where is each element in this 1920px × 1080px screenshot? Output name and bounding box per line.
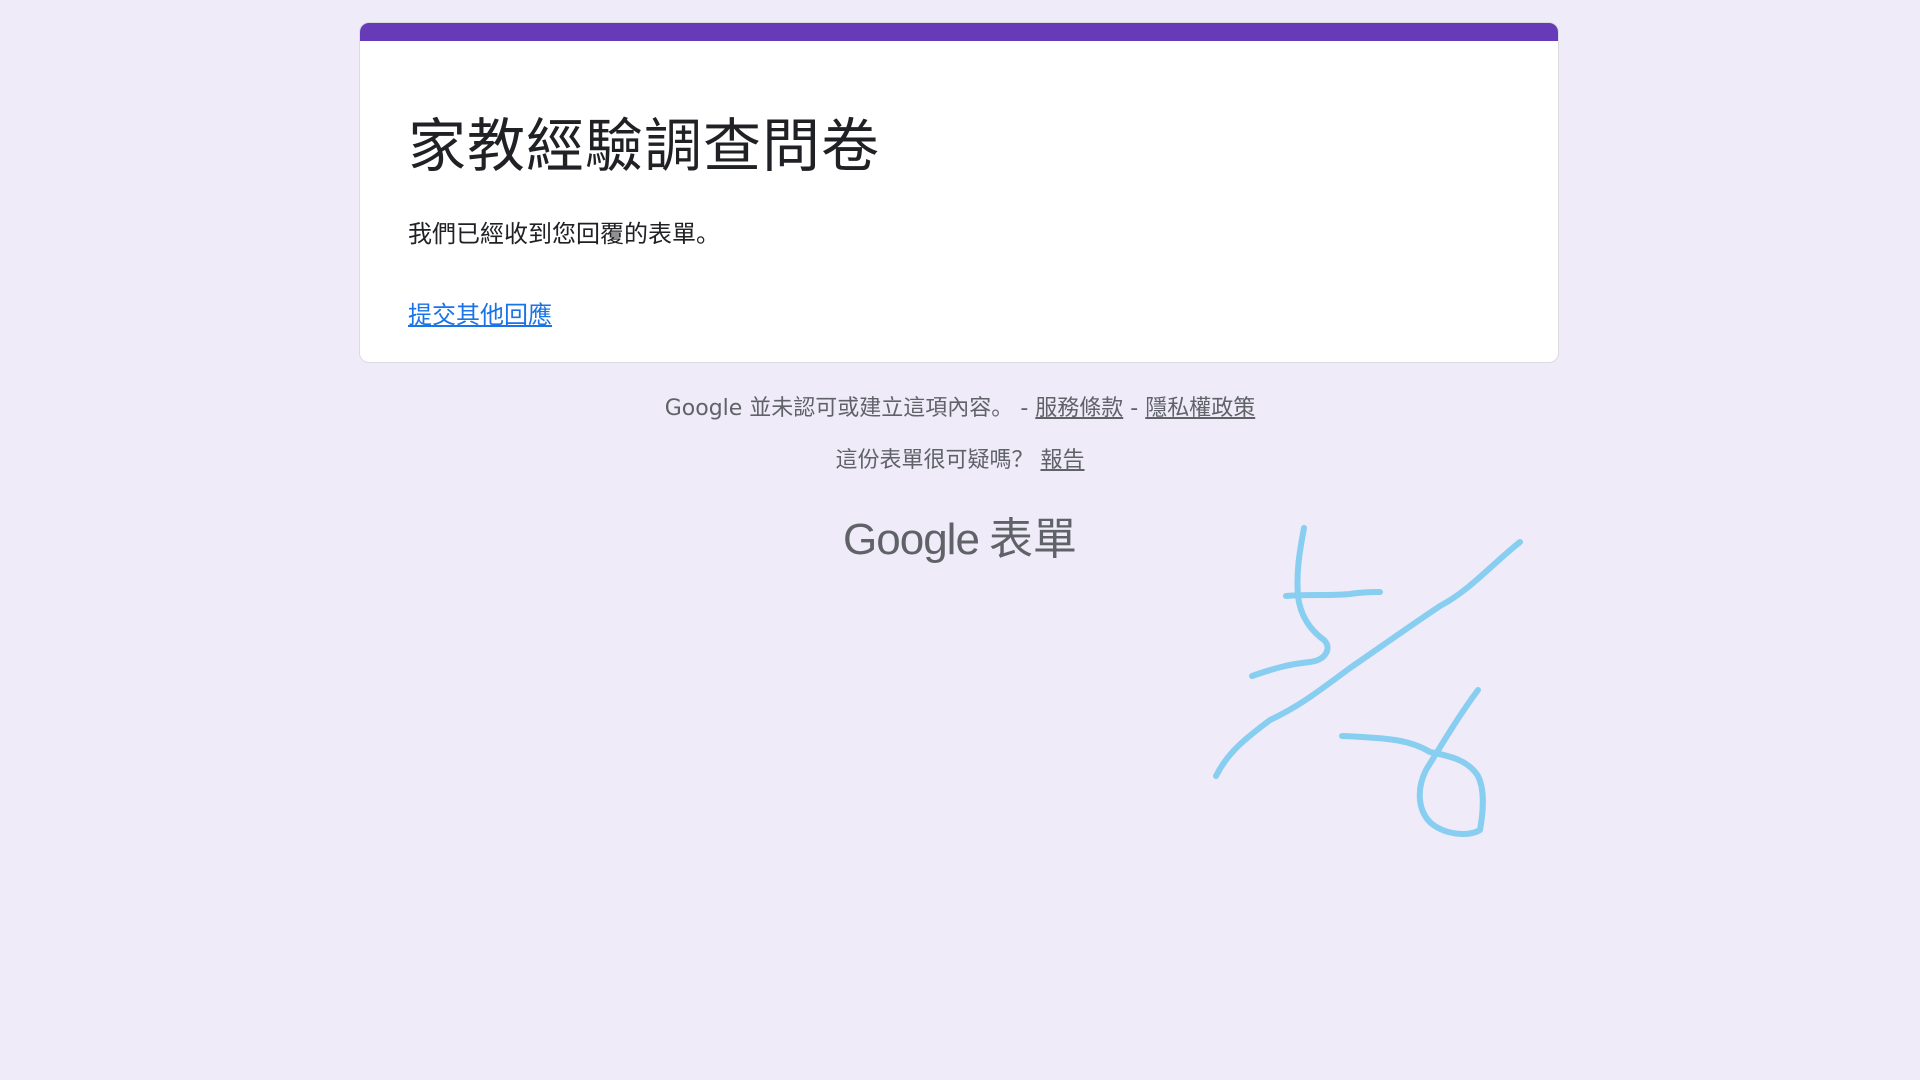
forms-wordmark: 表單 [988, 514, 1077, 565]
annotation-stroke-slash [1213, 539, 1523, 779]
footer-separator: - [1020, 396, 1029, 421]
card-accent-bar [360, 23, 1558, 41]
card-body: 家教經驗調查問卷 我們已經收到您回覆的表單。 提交其他回應 [408, 41, 1510, 332]
confirmation-message: 我們已經收到您回覆的表單。 [408, 220, 720, 248]
confirmation-card: 家教經驗調查問卷 我們已經收到您回覆的表單。 提交其他回應 [359, 22, 1559, 363]
terms-of-service-link[interactable]: 服務條款 [1035, 396, 1123, 421]
page: 家教經驗調查問卷 我們已經收到您回覆的表單。 提交其他回應 Google 並未認… [0, 0, 1920, 1080]
google-wordmark: Google [843, 515, 980, 564]
submit-another-response-link[interactable]: 提交其他回應 [408, 298, 552, 332]
form-title: 家教經驗調查問卷 [408, 112, 881, 180]
privacy-policy-link[interactable]: 隱私權政策 [1145, 396, 1255, 421]
annotation-stroke-six [1339, 687, 1486, 837]
footer-disclaimer-line: Google 並未認可或建立這項內容。 - 服務條款 - 隱私權政策 [0, 394, 1920, 424]
annotation-stroke-five-bar [1283, 589, 1383, 599]
footer-report-line: 這份表單很可疑嗎？ 報告 [0, 446, 1920, 476]
footer-separator: - [1130, 396, 1139, 421]
google-forms-logo[interactable]: Google 表單 [0, 512, 1920, 568]
report-link[interactable]: 報告 [1041, 448, 1085, 473]
suspicious-question: 這份表單很可疑嗎？ [835, 448, 1034, 473]
footer-disclaimer: Google 並未認可或建立這項內容。 [664, 396, 1014, 421]
